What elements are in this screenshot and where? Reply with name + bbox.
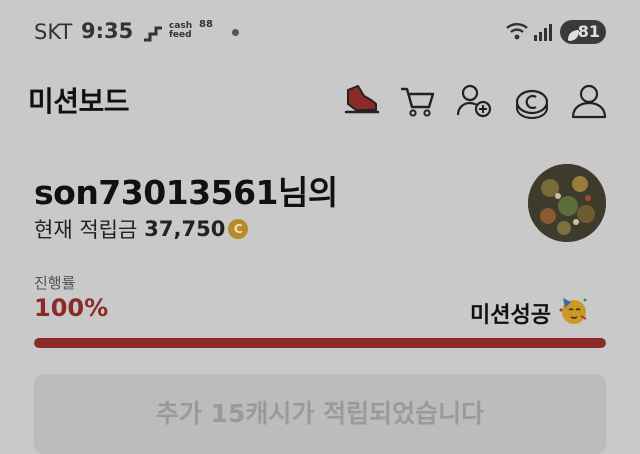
carrier-label: SKT xyxy=(34,20,73,44)
stairs-notification-icon xyxy=(142,22,164,42)
reward-banner: 추가 15캐시가 적립되었습니다 xyxy=(34,374,606,454)
app-notification-icon: 88 xyxy=(199,19,213,30)
cash-coin-icon[interactable] xyxy=(513,82,551,120)
points-label: 현재 적립금 xyxy=(34,218,138,242)
username-heading: son73013561님의 xyxy=(34,173,338,212)
battery-level: 81 xyxy=(577,22,600,41)
points-value: 37,750 xyxy=(144,217,226,241)
progress-bar-fill xyxy=(34,338,606,348)
add-user-icon[interactable] xyxy=(455,82,493,120)
progress-value: 100% xyxy=(34,294,109,322)
party-face-icon xyxy=(557,294,589,332)
page-title: 미션보드 xyxy=(28,85,130,118)
cart-icon[interactable] xyxy=(398,82,436,120)
avatar[interactable] xyxy=(528,164,606,242)
more-notifications-dot xyxy=(232,29,239,36)
wifi-icon xyxy=(505,21,529,45)
battery-indicator: 81 xyxy=(560,20,606,44)
coin-icon: C xyxy=(228,219,249,239)
mission-status-label: 미션성공 xyxy=(470,303,551,328)
profile-icon[interactable] xyxy=(570,82,608,120)
status-bar: SKT 9:35 cash feed 88 81 xyxy=(0,0,640,64)
mission-status: 미션성공 xyxy=(470,294,589,332)
progress-bar xyxy=(34,338,606,348)
signal-icon xyxy=(533,22,553,46)
points-row: 현재 적립금 37,750 C xyxy=(34,214,249,244)
reward-message: 추가 15캐시가 적립되었습니다 xyxy=(155,399,485,428)
battery-saver-leaf-icon xyxy=(566,25,580,49)
cashfeed-notification-icon: cash feed xyxy=(169,21,193,40)
progress-label: 진행률 xyxy=(34,274,76,292)
status-time: 9:35 xyxy=(81,19,134,43)
sneaker-icon[interactable] xyxy=(342,82,380,120)
